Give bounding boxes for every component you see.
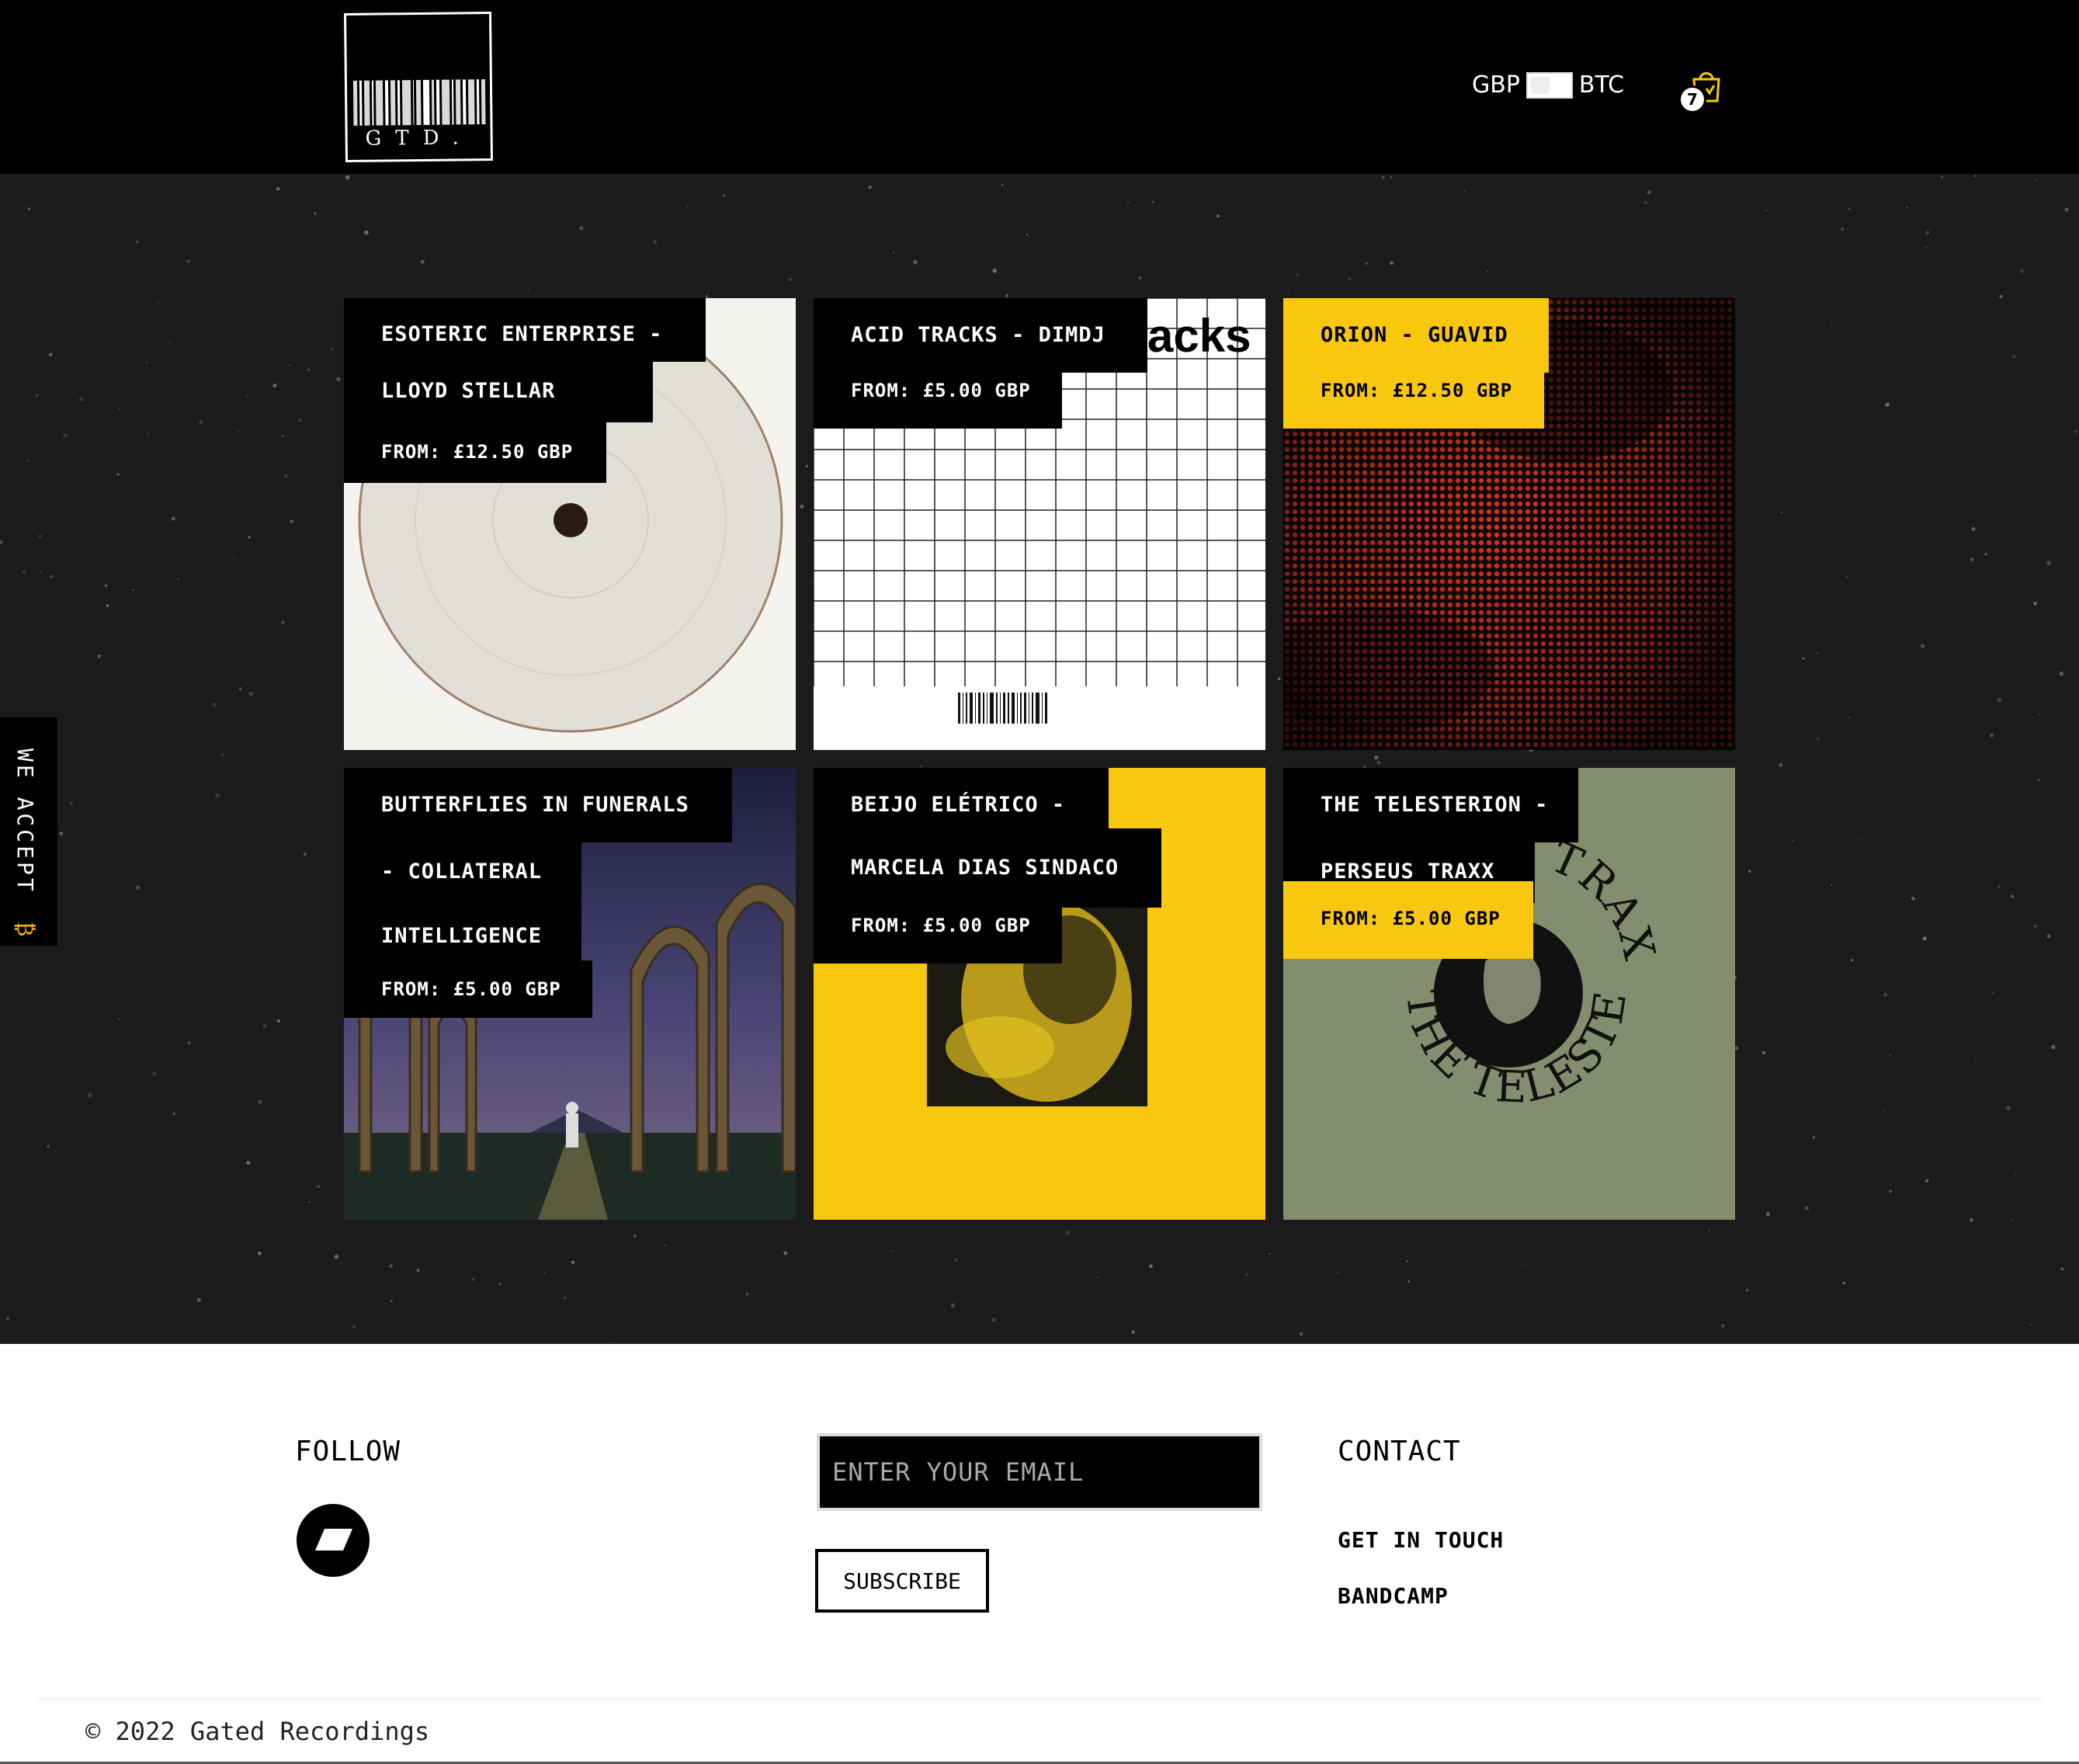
- bitcoin-icon: ₿: [12, 921, 38, 939]
- product-price: FROM: £5.00 GBP: [344, 960, 592, 1018]
- footer-divider: [37, 1698, 2042, 1700]
- cart-count-badge: 7: [1678, 85, 1706, 113]
- site-footer: FOLLOW SUBSCRIBE CONTACT GET IN TOUCH BA…: [0, 1344, 2079, 1764]
- product-title-line: BUTTERFLIES IN FUNERALS: [344, 768, 732, 842]
- product-title-line: ESOTERIC ENTERPRISE -: [344, 298, 706, 362]
- gtd-logo[interactable]: GTD.: [343, 12, 494, 162]
- product-price: FROM: £5.00 GBP: [814, 906, 1062, 964]
- product-title-line: INTELLIGENCE: [344, 901, 581, 962]
- product-title-line: - COLLATERAL: [344, 841, 581, 903]
- currency-gbp-label: GBP: [1472, 71, 1520, 99]
- product-section: WE ACCEPT ₿ ESOTERIC ENTERPRISE - LLOYD …: [0, 174, 2079, 1344]
- we-accept-tab[interactable]: WE ACCEPT ₿: [0, 717, 57, 946]
- subscribe-button[interactable]: SUBSCRIBE: [815, 1549, 989, 1613]
- cart-button[interactable]: 7: [1678, 68, 1723, 113]
- get-in-touch-link[interactable]: GET IN TOUCH: [1338, 1527, 1504, 1553]
- product-title-line: THE TELESTERION -: [1283, 768, 1578, 842]
- copyright-text: © 2022 Gated Recordings: [85, 1717, 430, 1746]
- product-price: FROM: £5.00 GBP: [814, 371, 1062, 429]
- currency-switch[interactable]: GBP BTC: [1472, 71, 1624, 99]
- product-price: FROM: £5.00 GBP: [1283, 881, 1533, 959]
- product-card-esoteric-enterprise[interactable]: ESOTERIC ENTERPRISE - LLOYD STELLAR FROM…: [344, 298, 796, 750]
- currency-btc-label: BTC: [1578, 71, 1625, 99]
- product-card-the-telesterion[interactable]: THE TELESTERION TRAXX THE TELESTERION - …: [1283, 768, 1735, 1220]
- product-card-orion[interactable]: ORION - GUAVID FROM: £12.50 GBP: [1283, 298, 1735, 750]
- email-field[interactable]: [817, 1433, 1262, 1511]
- cover-art-text: acks: [1147, 310, 1251, 362]
- contact-heading: CONTACT: [1338, 1436, 1461, 1467]
- bandcamp-text-link[interactable]: BANDCAMP: [1338, 1583, 1449, 1609]
- product-title-line: MARCELA DIAS SINDACO: [814, 828, 1161, 908]
- product-card-butterflies-in-funerals[interactable]: BUTTERFLIES IN FUNERALS - COLLATERAL INT…: [344, 768, 796, 1220]
- barcode-graphic: [352, 79, 486, 126]
- logo-text: GTD.: [365, 126, 473, 151]
- bandcamp-link[interactable]: [297, 1504, 370, 1577]
- product-price: FROM: £12.50 GBP: [1283, 371, 1544, 429]
- email-input[interactable]: [820, 1436, 1259, 1508]
- product-title-line: ACID TRACKS - DIMDJ: [814, 298, 1147, 373]
- product-title-line: LLOYD STELLAR: [344, 360, 653, 422]
- site-header: GTD. GBP BTC 7: [0, 0, 2079, 174]
- product-card-acid-tracks[interactable]: acks ACID TRACKS - DIMDJ FROM: £5.00 GBP: [814, 298, 1265, 750]
- we-accept-label: WE ACCEPT: [12, 748, 38, 894]
- product-card-beijo-eletrico[interactable]: BEIJO ELÉTRICO - MARCELA DIAS SINDACO FR…: [814, 768, 1265, 1220]
- bandcamp-icon: [315, 1529, 352, 1550]
- currency-toggle[interactable]: [1525, 71, 1573, 99]
- follow-heading: FOLLOW: [295, 1436, 401, 1467]
- product-title-line: ORION - GUAVID: [1283, 298, 1549, 373]
- product-price: FROM: £12.50 GBP: [344, 421, 606, 483]
